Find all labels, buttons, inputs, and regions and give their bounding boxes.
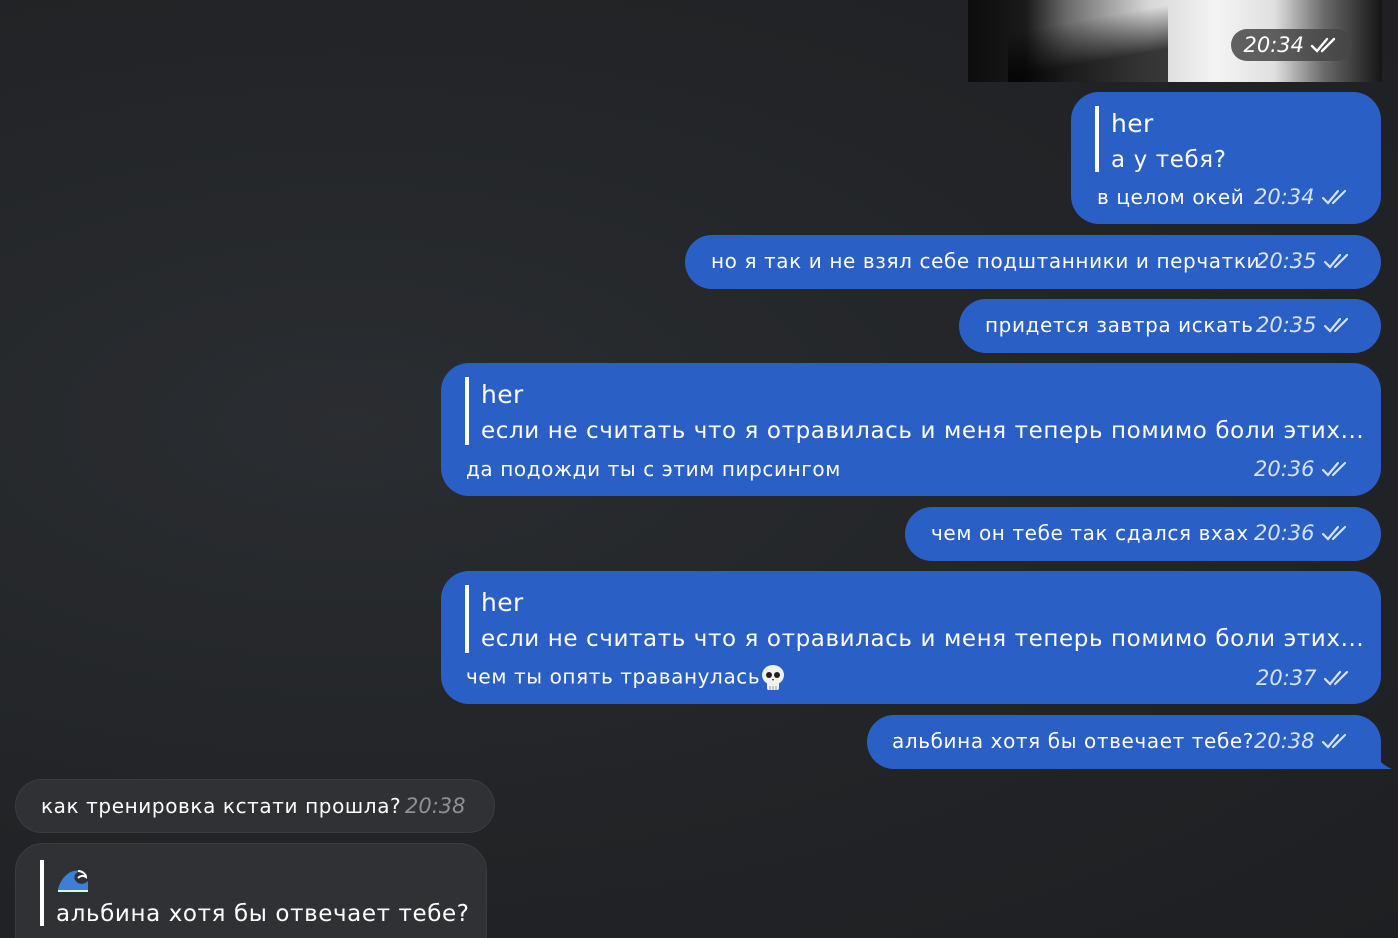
message-text: чем он тебе так сдался вхах bbox=[931, 521, 1249, 545]
reply-author: her bbox=[481, 588, 524, 617]
double-check-icon bbox=[1321, 525, 1346, 541]
reply-quote[interactable]: her если не считать что я отравилась и м… bbox=[465, 377, 1364, 445]
double-check-icon bbox=[1323, 670, 1348, 686]
double-check-icon bbox=[1321, 733, 1346, 749]
double-check-icon bbox=[1323, 253, 1348, 269]
message-meta: 20:35 bbox=[1256, 249, 1353, 273]
reply-text: если не считать что я отравилась и меня … bbox=[481, 626, 1365, 652]
message-meta: 20:36 bbox=[1254, 457, 1351, 481]
message-time: 20:37 bbox=[1256, 666, 1317, 690]
photo-content bbox=[1008, 0, 1168, 82]
message-time: 20:34 bbox=[1254, 185, 1315, 209]
message-time: 20:36 bbox=[1254, 457, 1315, 481]
outgoing-message[interactable]: но я так и не взял себе подштанники и пе… bbox=[685, 235, 1381, 289]
outgoing-message[interactable]: альбина хотя бы отвечает тебе? 20:38 bbox=[867, 715, 1381, 769]
message-text: как тренировка кстати прошла? bbox=[41, 794, 402, 818]
double-check-icon bbox=[1310, 37, 1336, 53]
message-text: в целом окей bbox=[1097, 185, 1245, 209]
message-time: 20:38 bbox=[1254, 729, 1315, 753]
message-time: 20:36 bbox=[1254, 521, 1315, 545]
bubble-tail bbox=[1372, 745, 1392, 769]
reply-text: если не считать что я отравилась и меня … bbox=[481, 418, 1365, 444]
message-text-row: чем ты опять траванулась bbox=[466, 664, 786, 692]
outgoing-message[interactable]: her если не считать что я отравилась и м… bbox=[441, 571, 1381, 704]
message-meta: 20:34 bbox=[1254, 185, 1351, 209]
message-meta: 20:38 bbox=[1254, 729, 1351, 753]
message-text: чем ты опять траванулась bbox=[466, 664, 761, 689]
reply-author: her bbox=[481, 380, 524, 409]
message-text: альбина хотя бы отвечает тебе? bbox=[892, 729, 1255, 753]
double-check-icon bbox=[1323, 317, 1348, 333]
reply-author: her bbox=[1111, 109, 1154, 138]
incoming-message[interactable]: альбина хотя бы отвечает тебе? bbox=[15, 843, 487, 938]
message-text: но я так и не взял себе подштанники и пе… bbox=[711, 249, 1261, 273]
message-text: придется завтра искать bbox=[985, 313, 1254, 337]
photo-timestamp: 20:34 bbox=[1231, 29, 1352, 61]
message-time: 20:35 bbox=[1256, 249, 1317, 273]
reply-quote[interactable]: альбина хотя бы отвечает тебе? bbox=[40, 860, 470, 927]
outgoing-message[interactable]: чем он тебе так сдался вхах 20:36 bbox=[905, 507, 1381, 561]
photo-message[interactable]: 20:34 bbox=[968, 0, 1382, 82]
message-time: 20:35 bbox=[1256, 313, 1317, 337]
skull-emoji bbox=[762, 665, 785, 690]
message-meta: 20:36 bbox=[1254, 521, 1351, 545]
message-text: да подожди ты с этим пирсингом bbox=[466, 457, 841, 481]
reply-text: альбина хотя бы отвечает тебе? bbox=[56, 901, 470, 927]
message-meta: 20:37 bbox=[1256, 666, 1353, 690]
incoming-message[interactable]: как тренировка кстати прошла? 20:38 bbox=[15, 779, 495, 833]
message-time: 20:34 bbox=[1243, 33, 1304, 57]
outgoing-message[interactable]: her если не считать что я отравилась и м… bbox=[441, 363, 1381, 496]
message-meta: 20:35 bbox=[1256, 313, 1353, 337]
reply-author bbox=[56, 860, 470, 896]
reply-quote[interactable]: her а у тебя? bbox=[1095, 106, 1227, 173]
message-time: 20:38 bbox=[405, 794, 466, 818]
double-check-icon bbox=[1321, 189, 1346, 205]
wave-emoji bbox=[58, 870, 88, 892]
reply-text: а у тебя? bbox=[1111, 147, 1227, 173]
message-meta: 20:38 bbox=[405, 794, 466, 818]
outgoing-message[interactable]: her а у тебя? в целом окей 20:34 bbox=[1071, 92, 1381, 224]
double-check-icon bbox=[1321, 461, 1346, 477]
chat-view[interactable]: 20:34 her а у тебя? в целом окей 20:34 н… bbox=[0, 0, 1398, 938]
reply-quote[interactable]: her если не считать что я отравилась и м… bbox=[465, 585, 1364, 653]
outgoing-message[interactable]: придется завтра искать 20:35 bbox=[959, 299, 1381, 353]
